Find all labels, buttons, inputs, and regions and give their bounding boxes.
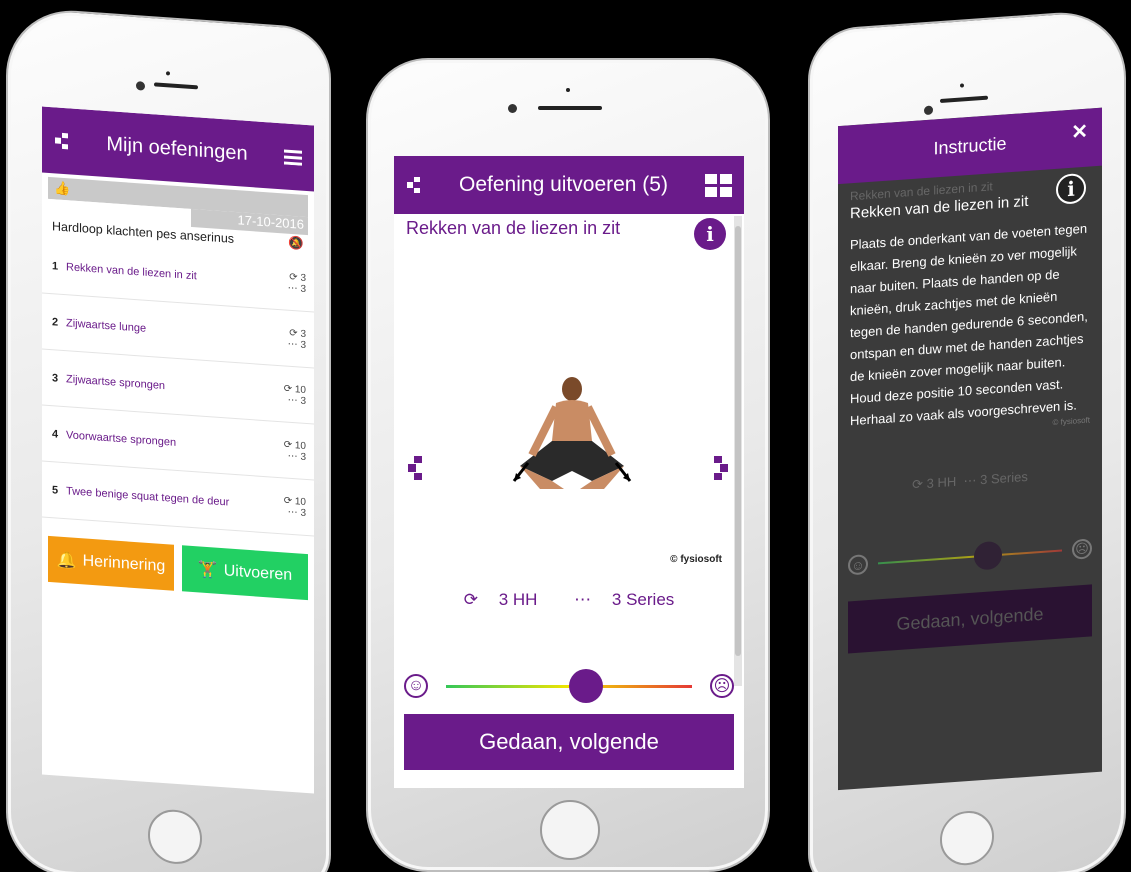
execute-button[interactable]: 🏋 Uitvoeren [182,545,308,601]
home-button[interactable] [148,807,202,866]
page-title: Mijn oefeningen [106,132,248,165]
slider-track[interactable] [446,668,692,703]
exercise-number: 5 [52,483,59,497]
app-header: Oefening uitvoeren (5) [394,156,744,214]
screen-center: Oefening uitvoeren (5) Rekken van de lie… [394,156,744,788]
share-icon[interactable] [54,131,70,150]
front-camera [508,104,517,113]
exercise-figure-icon: 🏋 [197,561,218,580]
phone-center: Oefening uitvoeren (5) Rekken van de lie… [366,58,770,872]
exercise-number: 3 [52,371,59,385]
done-next-button: Gedaan, volgende [848,584,1092,654]
exercise-number: 1 [52,259,59,273]
happy-face-icon: ☺ [404,674,428,698]
share-icon[interactable] [406,176,422,194]
series-stat: ⋯ 3 Series [574,590,675,609]
exercise-stats: ⟳ 3 HH ⋯ 3 Series [394,590,744,610]
front-camera [136,81,145,91]
exercise-name[interactable]: Voorwaartse sprongen [66,429,282,456]
scrollbar[interactable] [734,216,742,686]
exercise-meta: ⟳ 10 ⋯ 3 [283,494,306,519]
exercise-number: 4 [52,427,59,441]
front-camera [924,105,933,116]
hamburger-icon[interactable] [284,148,302,166]
hh-stat: ⟳ 3 HH [463,590,538,609]
home-button[interactable] [940,809,994,868]
repeat-icon: ⟳ [912,476,924,492]
speaker [154,82,198,90]
happy-face-icon: ☺ [848,554,868,576]
grid-icon[interactable] [705,173,732,197]
exercise-name[interactable]: Zijwaartse sprongen [66,373,282,400]
exercise-name[interactable]: Twee benige squat tegen de deur [66,485,282,512]
phone-left: Mijn oefeningen 👍 17-10-2016 Hardloop kl… [6,6,331,872]
sensor [566,88,570,92]
repeat-icon: ⟳ [289,271,298,283]
phone-right: Instructie ✕ i Rekken van de liezen in z… [808,8,1126,872]
exercise-title: Rekken van de liezen in zit [406,218,621,238]
bell-slash-icon[interactable]: 🔕 [288,236,304,252]
repeat-icon: ⟳ [283,494,293,507]
previous-icon[interactable] [406,454,426,482]
exercise-meta: ⟳ 3 ⋯ 3 [287,271,306,295]
exercise-meta: ⟳ 10 ⋯ 3 [283,438,306,463]
close-icon[interactable]: ✕ [1071,119,1088,145]
repeat-icon: ⟳ [289,327,298,339]
pain-slider: ☺ ☹ [404,668,734,704]
screen-left: Mijn oefeningen 👍 17-10-2016 Hardloop kl… [42,106,314,794]
screen-right: Instructie ✕ i Rekken van de liezen in z… [838,107,1102,791]
exercise-name[interactable]: Zijwaartse lunge [66,317,282,344]
slider-thumb [974,540,1003,571]
repeat-icon: ⟳ [283,382,293,395]
copyright-label: © fysiosoft [670,554,722,565]
sad-face-icon: ☹ [710,674,734,698]
info-icon[interactable]: i [694,218,726,250]
exercise-number: 2 [52,315,59,329]
exercise-meta: ⟳ 10 ⋯ 3 [283,382,306,407]
instruction-text: Plaats de onderkant van de voeten tegen … [850,220,1088,407]
slider-thumb[interactable] [569,668,604,703]
page-title: Oefening uitvoeren (5) [459,173,668,196]
sensor [960,83,964,88]
repeat-icon: ⟳ [283,438,293,451]
repeat-icon: ⟳ [463,590,478,609]
exercise-meta: ⟳ 3 ⋯ 3 [287,327,306,351]
exercise-name[interactable]: Rekken van de liezen in zit [66,261,282,288]
stage: Mijn oefeningen 👍 17-10-2016 Hardloop kl… [0,0,1131,872]
next-icon[interactable] [710,454,730,482]
dots-icon: ⋯ [574,590,592,609]
bell-icon: 🔔 [56,551,77,570]
done-next-button[interactable]: Gedaan, volgende [404,714,734,770]
speaker [940,95,988,104]
thumbs-up-icon[interactable]: 👍 [54,180,70,197]
exercise-illustration [512,377,632,489]
dots-icon: ⋯ [963,472,977,489]
speaker [538,106,602,110]
pain-slider: ☺ ☹ [848,538,1092,576]
reminder-button[interactable]: 🔔 Herinnering [48,535,174,591]
page-title: Instructie [933,132,1007,158]
slider-track [878,540,1062,571]
home-button[interactable] [540,800,600,860]
exercise-stats: ⟳ 3 HH ⋯ 3 Series [912,468,1028,492]
sensor [166,71,170,76]
sad-face-icon: ☹ [1072,538,1092,560]
